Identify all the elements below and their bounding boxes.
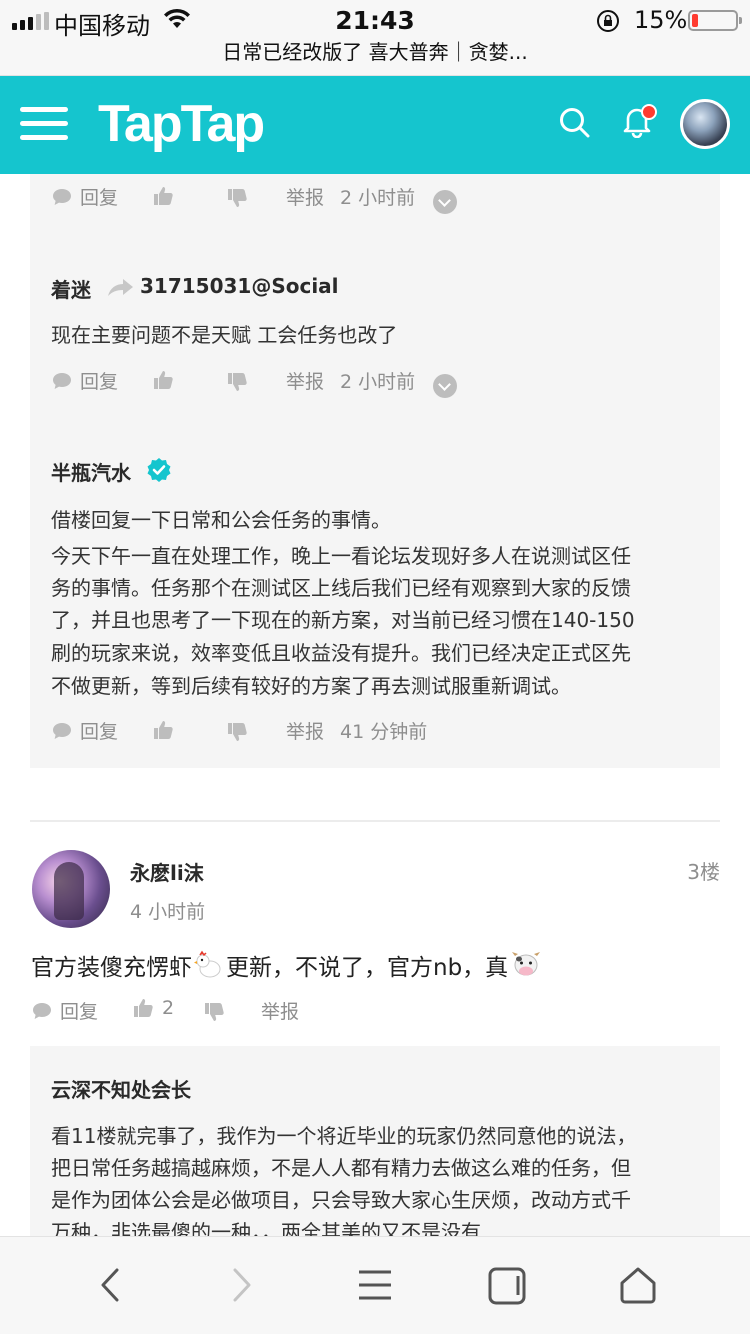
reply-actions: 回复 举报 2 小时前 [52, 367, 712, 398]
reply-time: 2 小时前 [340, 371, 416, 393]
thumbs-down-icon[interactable] [226, 371, 248, 393]
reply-label: 回复 [80, 187, 119, 209]
cow-emoji-icon [510, 950, 542, 980]
comment-icon [53, 372, 71, 389]
reply-text-line: 是作为团体公会是必做项目，只会导致大家心生厌烦，改动方式千 [51, 1188, 631, 1212]
verified-badge-icon [147, 458, 171, 482]
post-author[interactable]: 永麽li沫 [130, 857, 204, 886]
thumbs-up-icon[interactable] [152, 185, 174, 207]
reply-button[interactable]: 回复 [52, 717, 118, 744]
reply-text-line: 万种，非选最傻的一种，，两全其美的又不是没有 [51, 1220, 481, 1236]
reply-text-line: 不做更新，等到后续有较好的方案了再去测试服重新调试。 [51, 674, 571, 698]
thumbs-down-icon[interactable] [203, 1001, 225, 1023]
home-icon[interactable] [618, 1265, 658, 1305]
reply-text: 现在主要问题不是天赋 工会任务也改了 [51, 323, 398, 347]
battery-icon [688, 10, 742, 31]
reply-actions: 回复 举报 41 分钟前 [52, 717, 712, 747]
back-icon[interactable] [98, 1267, 122, 1303]
post-text-part: 官方装傻充愣虾 [31, 955, 192, 981]
reply-label: 回复 [80, 371, 119, 393]
battery-percent: 15% [634, 6, 688, 34]
reply-author[interactable]: 云深不知处会长 [51, 1074, 191, 1103]
like-button[interactable]: 2 [132, 997, 174, 1019]
comment-icon [33, 1002, 51, 1019]
reply-author[interactable]: 着迷 [51, 274, 91, 303]
sub-reply-list: 云深不知处会长 看11楼就完事了，我作为一个将近毕业的玩家仍然同意他的说法， 把… [30, 1046, 720, 1236]
post-time: 4 小时前 [130, 901, 206, 923]
page-title: 日常已经改版了 喜大普奔｜贪婪... [222, 40, 528, 64]
reply-label: 回复 [60, 1001, 99, 1023]
reply-button[interactable]: 回复 [52, 367, 118, 394]
report-button[interactable]: 举报 [286, 183, 324, 210]
browser-toolbar [0, 1236, 750, 1334]
thumbs-up-icon[interactable] [152, 719, 174, 741]
reply-actions: 回复 举报 2 小时前 [52, 183, 712, 214]
reply-text-line: 今天下午一直在处理工作，晚上一看论坛发现好多人在说测试区任 [51, 544, 631, 568]
battery-level-fill [692, 14, 698, 27]
user-avatar[interactable] [680, 99, 730, 149]
post-text: 官方装傻充愣虾 更新，不说了，官方nb，真 [31, 948, 542, 982]
reply-time: 2 小时前 [340, 187, 416, 209]
post-divider [30, 820, 720, 822]
page-title-bar[interactable]: 日常已经改版了 喜大普奔｜贪婪... [0, 40, 750, 76]
post-actions: 回复 2 举报 [32, 997, 632, 1027]
tabs-icon[interactable] [488, 1267, 526, 1305]
thumbs-up-icon [134, 999, 153, 1017]
reply-text-line: 看11楼就完事了，我作为一个将近毕业的玩家仍然同意他的说法， [51, 1124, 637, 1148]
reply-text-line: 把日常任务越搞越麻烦，不是人人都有精力去做这么难的任务，但 [51, 1156, 631, 1180]
reply-button[interactable]: 回复 [32, 997, 98, 1024]
reply-text-line: 务的事情。任务那个在测试区上线后我们已经有观察到大家的反馈 [51, 576, 631, 600]
chevron-down-icon[interactable] [433, 190, 457, 214]
menu-icon[interactable] [20, 107, 68, 141]
reply-text-line: 借楼回复一下日常和公会任务的事情。 [51, 508, 391, 532]
reply-arrow-icon [108, 279, 133, 296]
app-header: TapTap [0, 76, 750, 174]
reply-time: 41 分钟前 [340, 721, 428, 743]
reply-text-line: 了，并且也思考了一下现在的新方案，对当前已经习惯在140-150 [51, 608, 635, 632]
post-author-avatar[interactable] [32, 850, 110, 928]
post-text-part: 更新，不说了，官方nb，真 [226, 955, 509, 981]
taptap-logo[interactable]: TapTap [98, 94, 265, 154]
report-button[interactable]: 举报 [286, 717, 324, 744]
notification-badge [641, 104, 657, 120]
reply-text-line: 刷的玩家来说，效率变低且收益没有提升。我们已经决定正式区先 [51, 641, 631, 665]
thumbs-down-icon[interactable] [226, 187, 248, 209]
chicken-emoji-icon [194, 950, 224, 980]
menu-lines-icon[interactable] [357, 1269, 393, 1301]
like-count: 2 [162, 997, 175, 1019]
floor-number: 3楼 [687, 860, 720, 884]
reply-label: 回复 [80, 721, 119, 743]
thumbs-up-icon[interactable] [152, 369, 174, 391]
comment-icon [53, 722, 71, 739]
report-button[interactable]: 举报 [261, 997, 299, 1024]
status-bar: 中国移动 21:43 15% [0, 0, 750, 40]
reply-button[interactable]: 回复 [52, 183, 118, 210]
rotation-lock-icon [597, 10, 619, 32]
comment-icon [53, 188, 71, 205]
reply-list: 回复 举报 2 小时前 着迷 31715031@Social 现在主要问题不是天… [30, 174, 720, 768]
report-button[interactable]: 举报 [286, 367, 324, 394]
search-icon[interactable] [558, 106, 592, 140]
reply-author[interactable]: 半瓶汽水 [51, 457, 131, 486]
reply-to-user[interactable]: 31715031@Social [140, 274, 339, 298]
comments-feed: 回复 举报 2 小时前 着迷 31715031@Social 现在主要问题不是天… [0, 174, 750, 1236]
forward-icon[interactable] [230, 1267, 254, 1303]
chevron-down-icon[interactable] [433, 374, 457, 398]
thumbs-down-icon[interactable] [226, 721, 248, 743]
